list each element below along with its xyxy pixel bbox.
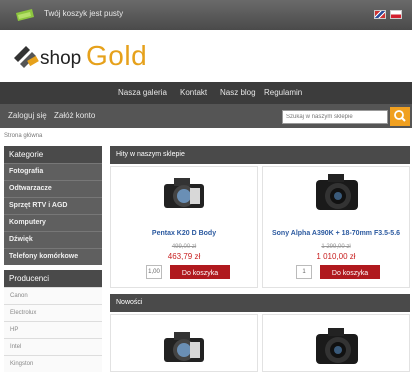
cart-icon[interactable] xyxy=(14,7,36,23)
nav-gallery[interactable]: Nasza galeria xyxy=(118,88,167,97)
register-link[interactable]: Załóż konto xyxy=(54,111,95,120)
english-flag-icon[interactable] xyxy=(374,10,386,19)
cart-status[interactable]: Twój koszyk jest pusty xyxy=(44,9,123,18)
producer-item[interactable]: Electrolux xyxy=(4,304,102,321)
product-name[interactable]: Pentax K20 D Body xyxy=(110,230,258,237)
nav-contact[interactable]: Kontakt xyxy=(180,88,207,97)
search-icon xyxy=(394,110,406,122)
product-price: 1 010,00 zł xyxy=(316,252,356,261)
category-item[interactable]: Odtwarzacze xyxy=(4,180,102,197)
product-old-price: 499,00 zł xyxy=(171,244,197,250)
search-input[interactable] xyxy=(282,110,388,124)
logo-area: shop Gold xyxy=(0,30,412,82)
quantity-input[interactable]: 1,00 xyxy=(146,265,162,279)
producer-item[interactable]: Intel xyxy=(4,338,102,355)
producer-item[interactable]: Canon xyxy=(4,287,102,304)
logo-shop-text[interactable]: shop xyxy=(40,48,81,70)
categories-title: Kategorie xyxy=(4,146,102,163)
product-name[interactable]: Sony Alpha A390K + 18-70mm F3.5-5.6 xyxy=(262,230,410,237)
category-item[interactable]: Dźwięk xyxy=(4,231,102,248)
quantity-input[interactable]: 1 xyxy=(296,265,312,279)
top-bar: Twój koszyk jest pusty xyxy=(0,0,412,30)
category-item[interactable]: Komputery xyxy=(4,214,102,231)
product-image[interactable] xyxy=(312,324,362,372)
add-to-cart-button[interactable]: Do koszyka xyxy=(320,265,380,279)
login-link[interactable]: Zaloguj się xyxy=(8,111,47,120)
product-price: 463,79 zł xyxy=(167,252,201,261)
producers-title: Producenci xyxy=(4,270,102,287)
add-to-cart-button[interactable]: Do koszyka xyxy=(170,265,230,279)
new-section-title: Nowości xyxy=(110,294,410,312)
logo-icon[interactable] xyxy=(12,42,42,72)
product-image[interactable] xyxy=(160,326,210,368)
nav-terms[interactable]: Regulamin xyxy=(264,88,302,97)
category-item[interactable]: Sprzęt RTV i AGD xyxy=(4,197,102,214)
category-item[interactable]: Fotografia xyxy=(4,163,102,180)
polish-flag-icon[interactable] xyxy=(390,10,402,19)
main-nav: Nasza galeria Kontakt Nasz blog Regulami… xyxy=(0,82,412,104)
account-bar: Zaloguj się Załóż konto xyxy=(0,104,412,128)
nav-blog[interactable]: Nasz blog xyxy=(220,88,256,97)
producer-item[interactable]: Kingston xyxy=(4,355,102,372)
product-old-price: 1 299,00 zł xyxy=(321,244,351,250)
product-image[interactable] xyxy=(160,172,210,214)
producer-item[interactable]: HP xyxy=(4,321,102,338)
category-item[interactable]: Telefony komórkowe xyxy=(4,248,102,265)
product-image[interactable] xyxy=(312,170,362,218)
search-button[interactable] xyxy=(390,107,410,126)
logo-gold-text[interactable]: Gold xyxy=(86,40,147,72)
hits-section-title: Hity w naszym sklepie xyxy=(110,146,410,164)
breadcrumb[interactable]: Strona główna xyxy=(4,133,42,139)
